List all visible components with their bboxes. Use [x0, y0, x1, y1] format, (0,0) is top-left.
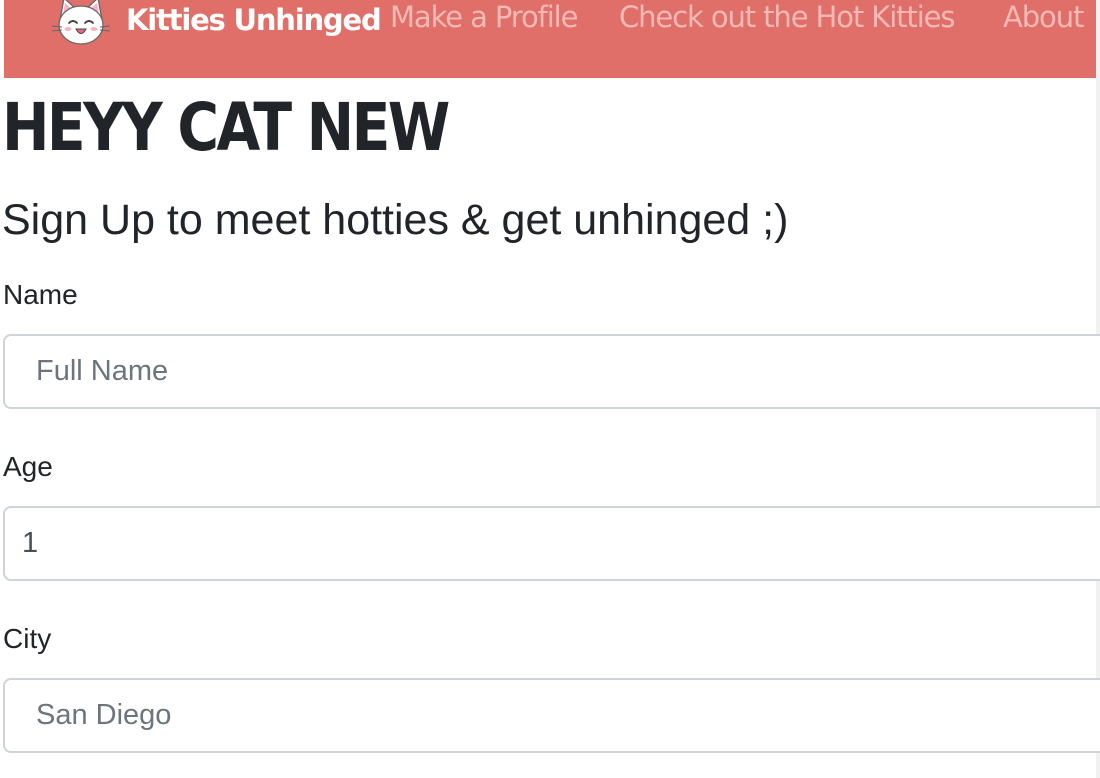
- city-input[interactable]: [3, 678, 1100, 753]
- page-subtitle: Sign Up to meet hotties & get unhinged ;…: [2, 196, 789, 244]
- nav-link-hot-kitties[interactable]: Check out the Hot Kitties: [619, 0, 956, 37]
- cat-face-icon: [51, 0, 111, 45]
- age-label: Age: [3, 451, 53, 482]
- top-navbar: Kitties Unhinged Make a Profile Check ou…: [4, 0, 1096, 78]
- name-input[interactable]: [3, 334, 1100, 409]
- age-input[interactable]: [3, 506, 1100, 581]
- name-label: Name: [3, 279, 78, 310]
- brand-name: Kitties Unhinged: [126, 3, 382, 37]
- nav-link-about[interactable]: About: [1003, 0, 1084, 37]
- page-title: HEYY CAT NEW: [2, 89, 450, 166]
- nav-link-make-profile[interactable]: Make a Profile: [390, 0, 578, 37]
- city-label: City: [3, 623, 52, 654]
- brand-link[interactable]: Kitties Unhinged: [50, 0, 382, 46]
